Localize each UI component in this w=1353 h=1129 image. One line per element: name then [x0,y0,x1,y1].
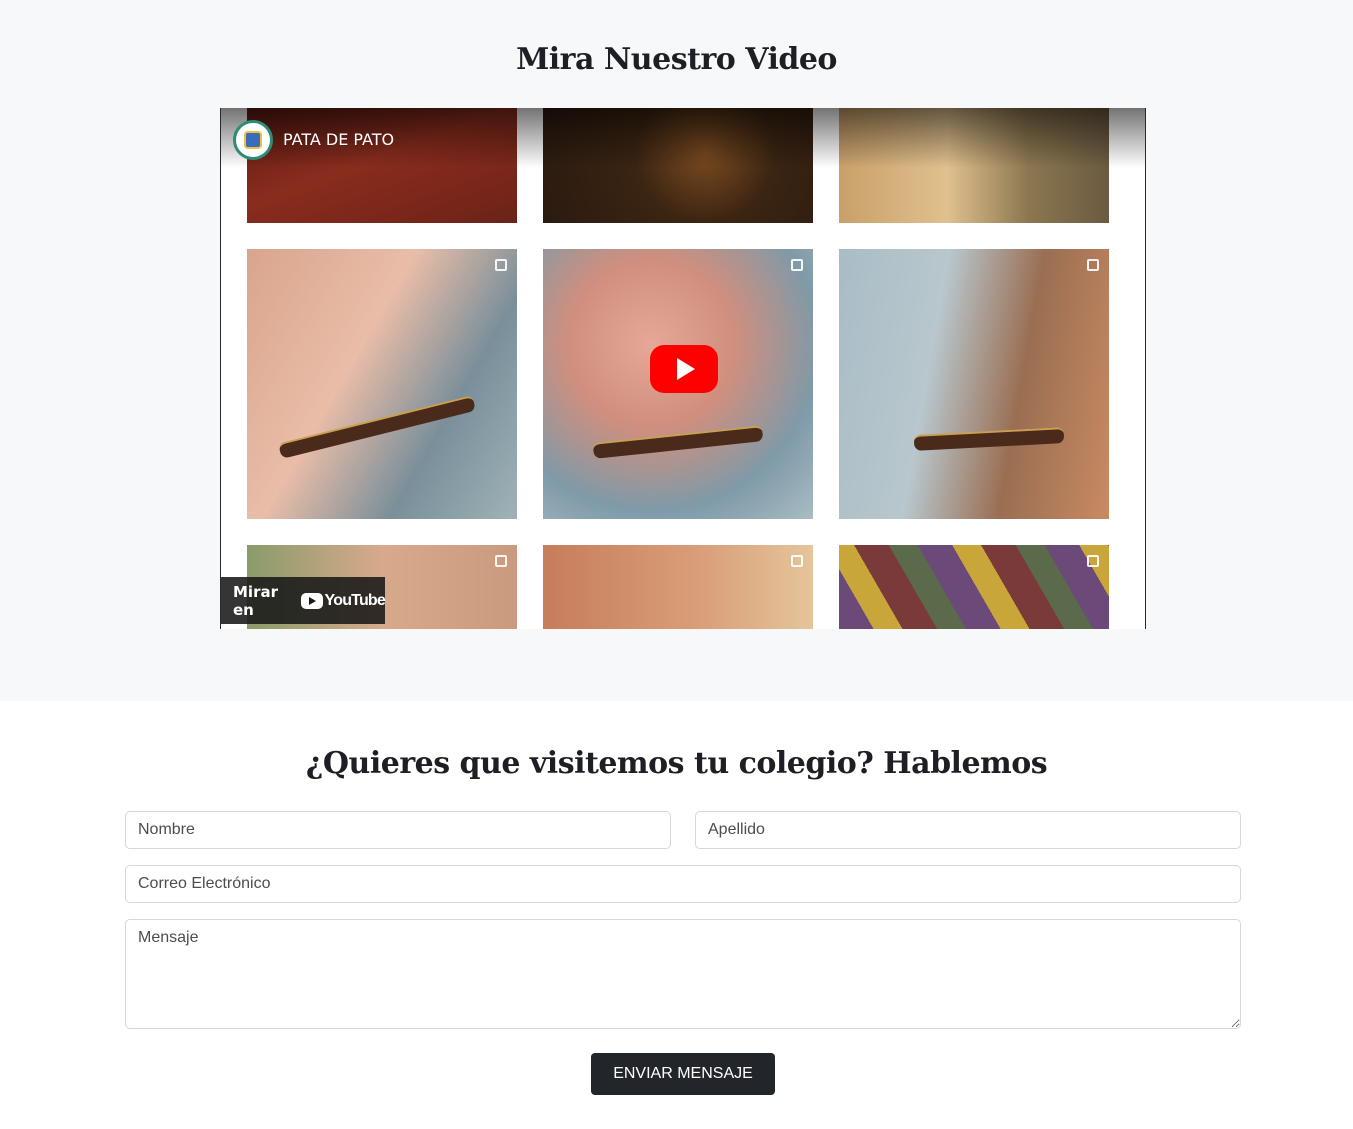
youtube-embed-player[interactable]: PATA DE PATO Mirar en YouTube [220,108,1146,629]
watch-on-label: Mirar en [233,582,278,619]
email-field[interactable] [125,865,1241,903]
send-message-button[interactable]: ENVIAR MENSAJE [591,1053,775,1095]
first-name-field[interactable] [125,811,671,849]
choker-shape [913,427,1065,451]
video-frame-tile [247,249,517,519]
video-frame-tile [543,545,813,629]
multi-image-icon [495,555,507,567]
youtube-play-icon [300,592,323,609]
youtube-logo-text: YouTube [324,591,386,609]
multi-image-icon [791,555,803,567]
message-field[interactable] [125,919,1241,1029]
choker-shape [592,425,764,459]
video-section-title: Mira Nuestro Video [516,42,837,77]
watch-on-youtube-button[interactable]: Mirar en YouTube [221,577,386,624]
channel-name[interactable]: PATA DE PATO [283,130,394,149]
youtube-logo: YouTube [300,591,386,610]
channel-logo-icon [244,131,262,149]
multi-image-icon [495,259,507,271]
video-frame-tile [839,249,1109,519]
video-section: Mira Nuestro Video PATA DE PATO Mirar en… [0,0,1353,701]
play-button[interactable] [650,345,718,393]
contact-section-title: ¿Quieres que visitemos tu colegio? Hable… [305,746,1048,781]
channel-avatar[interactable] [233,120,273,160]
video-frame-tile [839,545,1109,629]
multi-image-icon [1087,259,1099,271]
choker-shape [278,395,476,459]
multi-image-icon [791,259,803,271]
play-icon [677,358,695,380]
last-name-field[interactable] [695,811,1241,849]
multi-image-icon [1087,555,1099,567]
